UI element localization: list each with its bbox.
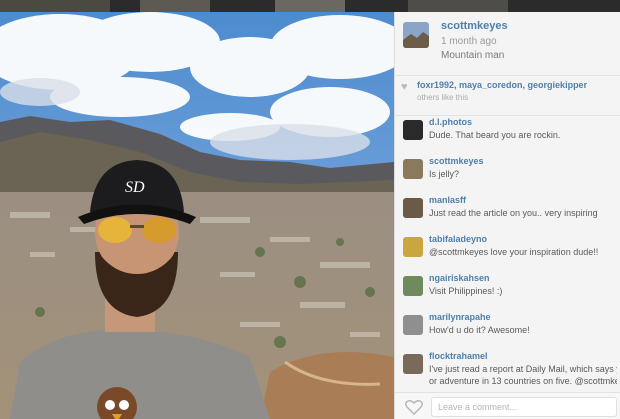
comment-text-line: Is jelly? xyxy=(429,169,460,179)
comment-text: Is jelly? xyxy=(429,168,617,180)
commenter-avatar[interactable] xyxy=(403,120,423,140)
comment-text: How'd u do it? Awesome! xyxy=(429,324,617,336)
owner-username[interactable]: scottmkeyes xyxy=(441,20,508,32)
comment-item: d.l.photos Dude. That beard you are rocki… xyxy=(395,116,620,158)
commenter-avatar[interactable] xyxy=(403,276,423,296)
likers-list[interactable]: foxr1992, maya_coredon, georgiekipper xyxy=(417,80,587,90)
comment-text-line: or adventure in 13 countries on five. @s… xyxy=(429,376,617,386)
comment-text-line: Visit Philippines! :) xyxy=(429,286,503,296)
commenter-avatar[interactable] xyxy=(403,354,423,374)
comment-text-line: Dude. That beard you are rockin. xyxy=(429,130,561,140)
comment-text-line: How'd u do it? Awesome! xyxy=(429,325,530,335)
thumbnail-strip xyxy=(0,0,620,12)
comment-item: scottmkeyes Is jelly? xyxy=(395,155,620,197)
comment-text-line: I've just read a report at Daily Mail, w… xyxy=(429,364,617,374)
post-timestamp: 1 month ago xyxy=(441,36,497,47)
commenter-username[interactable]: tabifaladeyno xyxy=(429,234,487,244)
comment-item: marilynrapahe How'd u do it? Awesome! xyxy=(395,311,620,353)
commenter-username[interactable]: manlasff xyxy=(429,195,466,205)
comment-text-line: @scottmkeyes love your inspiration dude!… xyxy=(429,247,599,257)
commenter-username[interactable]: ngairiskahsen xyxy=(429,273,490,283)
thumbnail-2[interactable] xyxy=(140,0,210,12)
commenter-avatar[interactable] xyxy=(403,315,423,335)
likes-others[interactable]: others like this xyxy=(417,93,468,102)
post-owner-header: scottmkeyes 1 month ago Mountain man xyxy=(395,12,620,76)
likes-section: ♥ foxr1992, maya_coredon, georgiekipper … xyxy=(395,76,620,116)
post-sidebar: scottmkeyes 1 month ago Mountain man ♥ f… xyxy=(394,12,620,419)
like-heart-icon[interactable] xyxy=(405,399,423,415)
thumbnail-4[interactable] xyxy=(408,0,508,12)
comment-text: I've just read a report at Daily Mail, w… xyxy=(429,363,617,386)
comment-bar xyxy=(395,392,620,419)
comment-text: Visit Philippines! :) xyxy=(429,285,617,297)
commenter-username[interactable]: scottmkeyes xyxy=(429,156,484,166)
thumbnail-3[interactable] xyxy=(275,0,345,12)
commenter-username[interactable]: flocktrahamel xyxy=(429,351,488,361)
comments-list: d.l.photos Dude. That beard you are rocki… xyxy=(395,116,620,386)
commenter-username[interactable]: marilynrapahe xyxy=(429,312,491,322)
heart-icon: ♥ xyxy=(401,81,408,93)
mountain-portrait-image: SD xyxy=(0,12,394,419)
comment-item: manlasff Just read the article on you.. v… xyxy=(395,194,620,236)
commenter-avatar[interactable] xyxy=(403,198,423,218)
owner-avatar[interactable] xyxy=(403,22,429,48)
comment-text: @scottmkeyes love your inspiration dude!… xyxy=(429,246,617,258)
svg-text:SD: SD xyxy=(125,179,145,196)
thumbnail-1[interactable] xyxy=(0,0,110,12)
comment-input[interactable] xyxy=(431,397,617,417)
comment-text: Dude. That beard you are rockin. xyxy=(429,129,617,141)
comment-item: tabifaladeyno @scottmkeyes love your insp… xyxy=(395,233,620,275)
comment-text-line: Just read the article on you.. very insp… xyxy=(429,208,598,218)
comment-item: ngairiskahsen Visit Philippines! :) xyxy=(395,272,620,314)
commenter-avatar[interactable] xyxy=(403,159,423,179)
post-location[interactable]: Mountain man xyxy=(441,50,504,61)
comment-text: Just read the article on you.. very insp… xyxy=(429,207,617,219)
comment-item: flocktrahamel I've just read a report at … xyxy=(395,350,620,386)
post-photo[interactable]: SD xyxy=(0,12,394,419)
commenter-avatar[interactable] xyxy=(403,237,423,257)
commenter-username[interactable]: d.l.photos xyxy=(429,117,472,127)
